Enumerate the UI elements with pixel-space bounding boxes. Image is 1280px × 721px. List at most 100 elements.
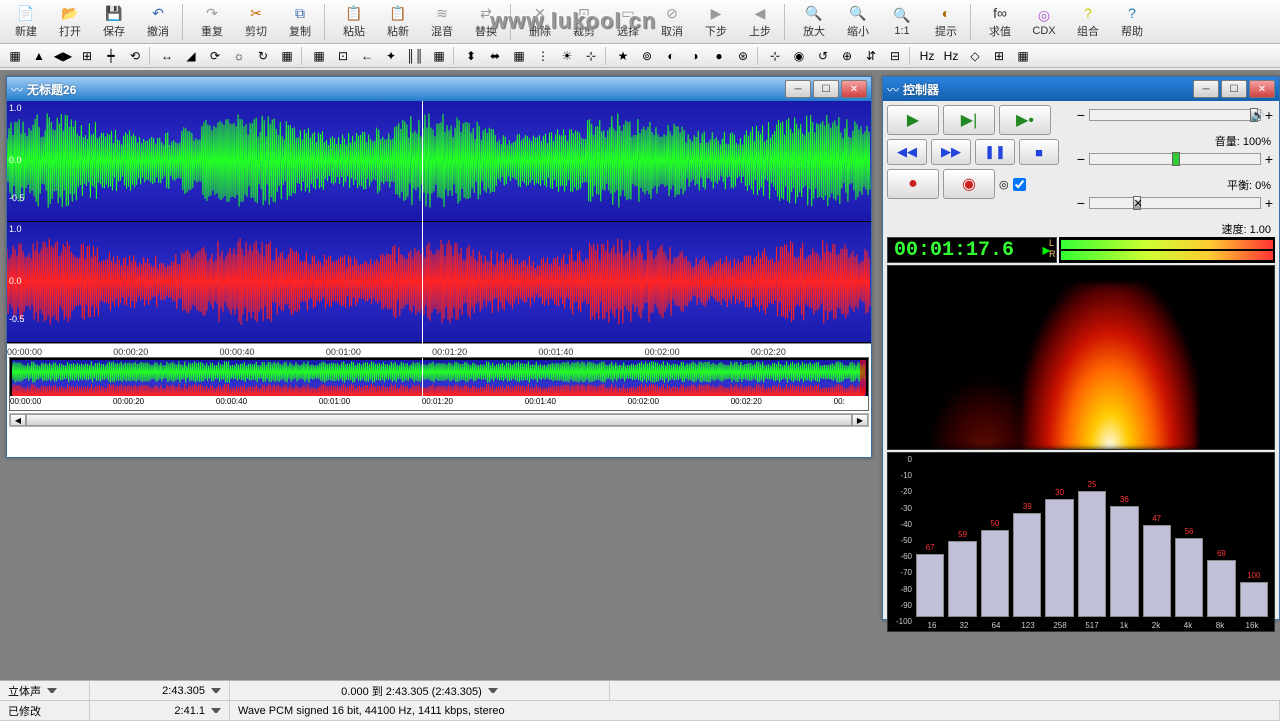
volume-thumb[interactable]: 🔊 <box>1250 108 1258 122</box>
mini-tool-38[interactable]: ◇ <box>964 46 986 66</box>
mini-tool-23[interactable]: ⊹ <box>580 46 602 66</box>
tool-复制[interactable]: ⧉复制 <box>278 2 322 42</box>
close-button[interactable]: ✕ <box>841 80 867 98</box>
balance-thumb[interactable] <box>1172 152 1180 166</box>
tool-上步[interactable]: ◀上步 <box>738 2 782 42</box>
mini-tool-17[interactable]: ▦ <box>428 46 450 66</box>
waveform-area[interactable]: 1.0 0.0 -0.5 1.0 0.0 -0.5 00:00:0000:00:… <box>7 101 871 355</box>
record-button[interactable]: ● <box>887 169 939 199</box>
mini-tool-34[interactable]: ⇵ <box>860 46 882 66</box>
tool-新建[interactable]: 📄新建 <box>4 2 48 42</box>
balance-slider[interactable] <box>1089 153 1261 165</box>
forward-button[interactable]: ▶▶ <box>931 139 971 165</box>
tool-重复[interactable]: ↷重复 <box>190 2 234 42</box>
overview-selection-end[interactable] <box>860 360 866 394</box>
tool-打开[interactable]: 📂打开 <box>48 2 92 42</box>
stop-button[interactable]: ■ <box>1019 139 1059 165</box>
tool-撤消[interactable]: ↶撤消 <box>136 2 180 42</box>
mini-tool-25[interactable]: ⊚ <box>636 46 658 66</box>
mini-tool-37[interactable]: Hz <box>940 46 962 66</box>
mini-tool-28[interactable]: ● <box>708 46 730 66</box>
mini-tool-5[interactable]: ⟲ <box>124 46 146 66</box>
channel-right[interactable]: 1.0 0.0 -0.5 <box>7 222 871 343</box>
speed-thumb[interactable]: ✕ <box>1133 196 1141 210</box>
playhead[interactable] <box>422 101 423 355</box>
mini-tool-9[interactable]: ☼ <box>228 46 250 66</box>
tool-帮助[interactable]: ?帮助 <box>1110 2 1154 42</box>
tool-删除[interactable]: ✕删除 <box>518 2 562 42</box>
scroll-thumb[interactable] <box>26 414 852 426</box>
mini-tool-12[interactable]: ▦ <box>308 46 330 66</box>
bal-left-button[interactable]: − <box>1075 151 1087 167</box>
channels-dropdown[interactable]: 立体声 <box>0 681 90 700</box>
tool-放大[interactable]: 🔍放大 <box>792 2 836 42</box>
overview[interactable]: 00:00:0000:00:2000:00:4000:01:0000:01:20… <box>9 357 869 411</box>
mini-tool-0[interactable]: ▦ <box>4 46 26 66</box>
mini-tool-16[interactable]: ║║ <box>404 46 426 66</box>
speed-down-button[interactable]: − <box>1075 195 1087 211</box>
mini-tool-21[interactable]: ⋮ <box>532 46 554 66</box>
mini-tool-32[interactable]: ↺ <box>812 46 834 66</box>
position-dropdown[interactable]: 2:41.1 <box>90 701 230 720</box>
maximize-button[interactable]: ☐ <box>1221 80 1247 98</box>
mini-tool-6[interactable]: ↔ <box>156 46 178 66</box>
close-button[interactable]: ✕ <box>1249 80 1275 98</box>
mini-tool-2[interactable]: ◀▶ <box>52 46 74 66</box>
duration-dropdown[interactable]: 2:43.305 <box>90 681 230 700</box>
mini-tool-11[interactable]: ▦ <box>276 46 298 66</box>
speed-up-button[interactable]: + <box>1263 195 1275 211</box>
tool-粘贴[interactable]: 📋粘贴 <box>332 2 376 42</box>
mini-tool-13[interactable]: ⊡ <box>332 46 354 66</box>
mini-tool-7[interactable]: ◢ <box>180 46 202 66</box>
channel-left[interactable]: 1.0 0.0 -0.5 <box>7 101 871 222</box>
tool-求值[interactable]: f∞求值 <box>978 2 1022 42</box>
tool-组合[interactable]: ?组合 <box>1066 2 1110 42</box>
loop-icon[interactable]: ◎ <box>999 178 1009 191</box>
tool-替换[interactable]: ⇄替换 <box>464 2 508 42</box>
scroll-left-button[interactable]: ◀ <box>10 414 26 426</box>
mini-tool-10[interactable]: ↻ <box>252 46 274 66</box>
overview-playhead[interactable] <box>422 358 423 396</box>
scroll-right-button[interactable]: ▶ <box>852 414 868 426</box>
tool-粘新[interactable]: 📋粘新 <box>376 2 420 42</box>
mini-tool-4[interactable]: ┿ <box>100 46 122 66</box>
rewind-button[interactable]: ◀◀ <box>887 139 927 165</box>
tool-CDX[interactable]: ◎CDX <box>1022 2 1066 42</box>
play-button[interactable]: ▶ <box>887 105 939 135</box>
mini-tool-14[interactable]: ← <box>356 46 378 66</box>
mini-tool-27[interactable]: ◑ <box>684 46 706 66</box>
tool-保存[interactable]: 💾保存 <box>92 2 136 42</box>
mini-tool-31[interactable]: ◉ <box>788 46 810 66</box>
tool-1:1[interactable]: 🔍1:1 <box>880 2 924 42</box>
tool-取消[interactable]: ⊘取消 <box>650 2 694 42</box>
mini-tool-24[interactable]: ★ <box>612 46 634 66</box>
mini-tool-20[interactable]: ▦ <box>508 46 530 66</box>
minimize-button[interactable]: ─ <box>785 80 811 98</box>
minimize-button[interactable]: ─ <box>1193 80 1219 98</box>
mini-tool-35[interactable]: ⊟ <box>884 46 906 66</box>
tool-剪切[interactable]: ✂剪切 <box>234 2 278 42</box>
editor-titlebar[interactable]: 〰 无标题26 ─ ☐ ✕ <box>7 77 871 101</box>
mini-tool-39[interactable]: ⊞ <box>988 46 1010 66</box>
tool-混音[interactable]: ≋混音 <box>420 2 464 42</box>
tool-下步[interactable]: ▶下步 <box>694 2 738 42</box>
tool-选择[interactable]: ▭选择 <box>606 2 650 42</box>
tool-提示[interactable]: ◐提示 <box>924 2 968 42</box>
mini-tool-36[interactable]: Hz <box>916 46 938 66</box>
mini-tool-3[interactable]: ⊞ <box>76 46 98 66</box>
mini-tool-18[interactable]: ⬍ <box>460 46 482 66</box>
record-new-button[interactable]: ◉ <box>943 169 995 199</box>
mini-tool-33[interactable]: ⊕ <box>836 46 858 66</box>
selection-dropdown[interactable]: 0.000 到 2:43.305 (2:43.305) <box>230 681 610 700</box>
play-selection-button[interactable]: ▶| <box>943 105 995 135</box>
play-loop-button[interactable]: ▶• <box>999 105 1051 135</box>
pause-button[interactable]: ❚❚ <box>975 139 1015 165</box>
mini-tool-29[interactable]: ⊛ <box>732 46 754 66</box>
mini-tool-15[interactable]: ✦ <box>380 46 402 66</box>
tool-裁剪[interactable]: ⊡裁剪 <box>562 2 606 42</box>
mini-tool-40[interactable]: ▦ <box>1012 46 1034 66</box>
mini-tool-30[interactable]: ⊹ <box>764 46 786 66</box>
mini-tool-26[interactable]: ◐ <box>660 46 682 66</box>
tool-缩小[interactable]: 🔍缩小 <box>836 2 880 42</box>
loop-checkbox[interactable] <box>1013 178 1026 191</box>
